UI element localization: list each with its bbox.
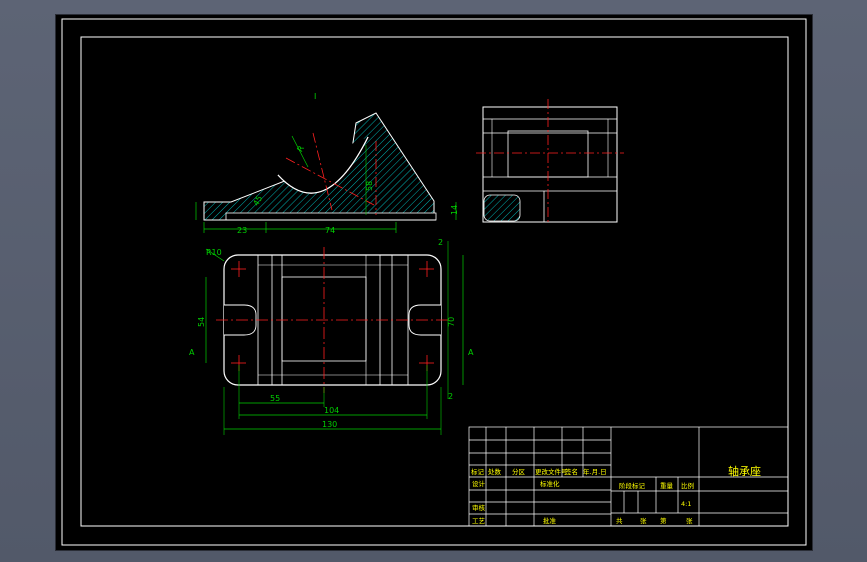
tb-process: 工艺: [472, 517, 486, 525]
section-label: Ⅰ: [314, 92, 316, 101]
dim-104: 104: [324, 406, 339, 415]
tb-header-date: 年.月.日: [583, 467, 607, 476]
cad-viewport[interactable]: 23 74 14 58 45 R Ⅰ R10 54 70 55 104 130 …: [55, 14, 813, 551]
tb-sheet-no: 第: [660, 516, 667, 525]
dim-130: 130: [322, 420, 337, 429]
section-mark-left: A: [189, 348, 195, 357]
tb-sheets-total: 共: [616, 516, 623, 525]
front-view: 23 74 14 58 45 R Ⅰ: [195, 92, 459, 235]
outer-frame: [61, 18, 807, 546]
tb-stage-mark: 阶段标记: [619, 481, 646, 490]
top-view: R10 54 70 55 104 130 A A 2 2: [189, 238, 474, 435]
tb-weight: 重量: [660, 482, 674, 490]
part-name: 轴承座: [728, 464, 761, 478]
tb-approve: 批准: [543, 516, 557, 525]
tb-design: 设计: [472, 479, 486, 488]
side-view: [476, 99, 624, 225]
tb-scale-value: 4:1: [681, 500, 691, 508]
dim-55: 55: [270, 394, 280, 403]
drawing-canvas: 23 74 14 58 45 R Ⅰ R10 54 70 55 104 130 …: [61, 18, 807, 546]
tb-sheets-unit2: 张: [686, 516, 693, 525]
tb-header-change-doc: 更改文件号: [535, 467, 568, 476]
dim-74: 74: [325, 226, 335, 235]
dim-58: 58: [365, 181, 374, 191]
dim-54: 54: [197, 317, 206, 327]
dim-r10: R10: [206, 248, 222, 257]
tb-sheets-unit1: 张: [640, 516, 647, 525]
tb-header-zone: 分区: [512, 467, 526, 476]
section-mark-right: A: [468, 348, 474, 357]
tb-review: 审核: [472, 503, 486, 512]
dim-14: 14: [450, 205, 459, 215]
tb-standardization: 标准化: [540, 479, 560, 488]
dim-23: 23: [237, 226, 247, 235]
title-block-text: 轴承座 标记 处数 分区 更改文件号 签名 年.月.日 设计 标准化 审核 工艺…: [471, 464, 761, 525]
dim-r: R: [295, 144, 306, 154]
inner-frame: [80, 36, 789, 527]
tb-header-count: 处数: [488, 467, 502, 476]
mark-2-top: 2: [438, 238, 443, 247]
tb-scale: 比例: [681, 481, 694, 490]
mark-2-bottom: 2: [448, 392, 453, 401]
dim-70: 70: [447, 317, 456, 327]
tb-header-sign: 签名: [565, 467, 578, 476]
tb-header-mark: 标记: [471, 467, 485, 476]
